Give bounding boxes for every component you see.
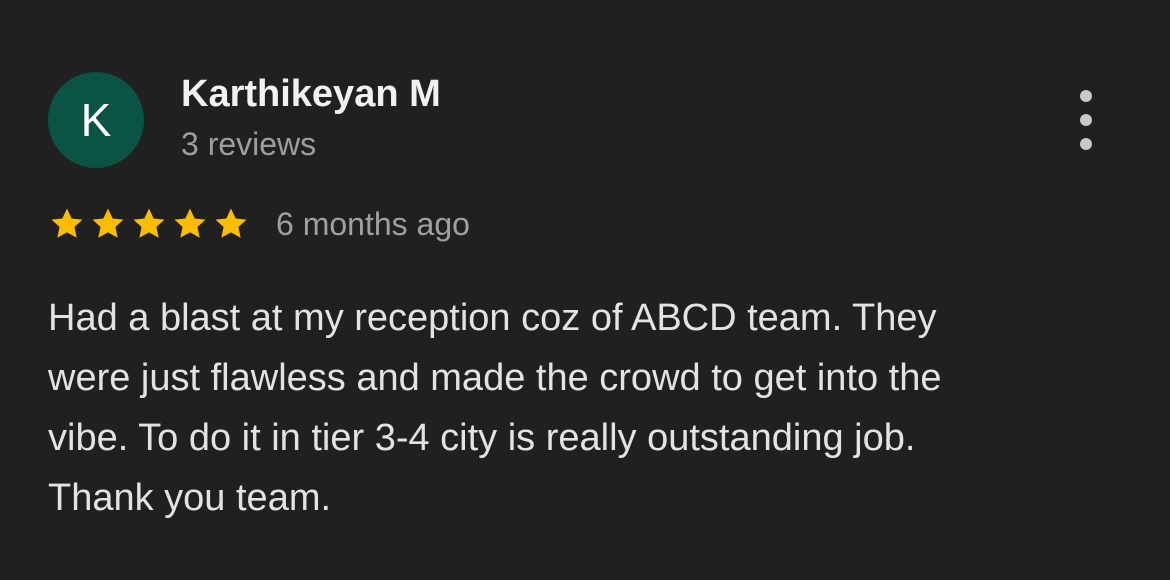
review-text-line: vibe. To do it in tier 3-4 city is reall… xyxy=(48,417,916,459)
star-icon xyxy=(51,208,83,238)
more-vert-icon xyxy=(1080,90,1092,102)
review-text-line: were just flawless and made the crowd to… xyxy=(48,357,942,399)
star-icon xyxy=(133,208,165,238)
author-name[interactable]: Karthikeyan M xyxy=(181,73,441,116)
review-timestamp: 6 months ago xyxy=(276,206,470,242)
avatar[interactable]: K xyxy=(48,72,144,168)
reviewer-review-count: 3 reviews xyxy=(181,126,317,162)
more-options-button[interactable] xyxy=(1064,90,1108,150)
more-vert-icon xyxy=(1080,114,1092,126)
star-icon xyxy=(174,208,206,238)
avatar-initial: K xyxy=(80,94,112,146)
review-text-line: Had a blast at my reception coz of ABCD … xyxy=(48,297,937,339)
more-vert-icon xyxy=(1080,138,1092,150)
review-text-line: Thank you team. xyxy=(48,477,332,519)
review-text: Had a blast at my reception coz of ABCD … xyxy=(48,288,1068,528)
star-icon xyxy=(215,208,247,238)
review-card: K Karthikeyan M 3 reviews 6 months ago H… xyxy=(0,0,1170,580)
star-rating xyxy=(48,204,253,244)
star-icon xyxy=(92,208,124,238)
